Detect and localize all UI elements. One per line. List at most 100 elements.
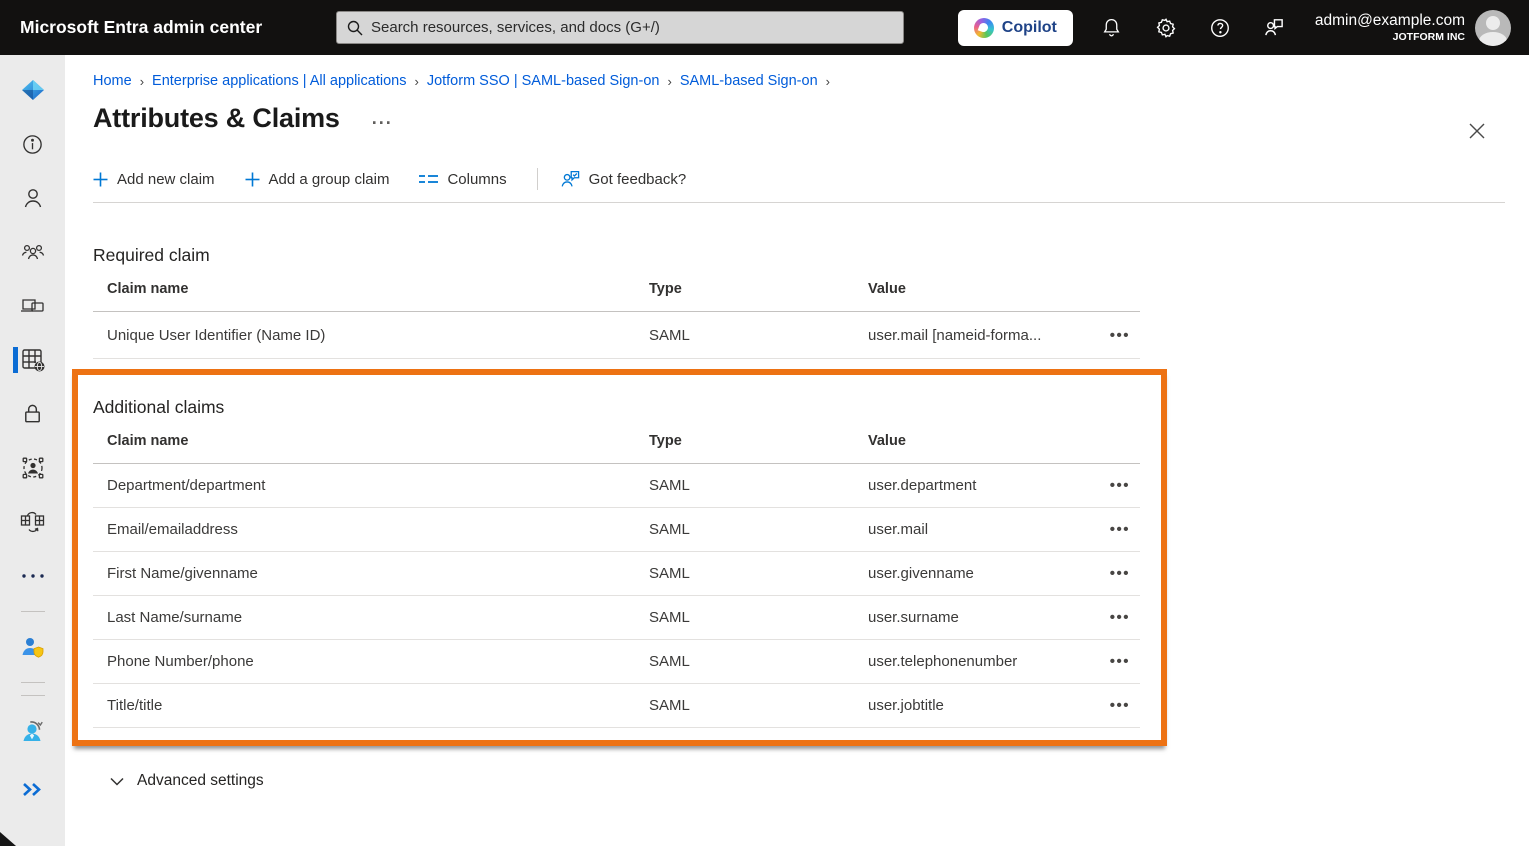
users-group-icon xyxy=(20,240,46,264)
copilot-icon xyxy=(973,17,994,38)
page-title: Attributes & Claims xyxy=(93,103,340,133)
lock-icon xyxy=(21,402,44,426)
column-header-type: Type xyxy=(649,280,682,297)
notifications-bell-icon[interactable] xyxy=(1085,0,1139,55)
global-search[interactable] xyxy=(336,11,904,44)
sidebar-item-identity-governance[interactable] xyxy=(0,445,65,491)
type-cell: SAML xyxy=(649,565,690,582)
row-actions-ellipsis-icon[interactable]: ••• xyxy=(1110,698,1130,713)
value-cell: user.surname xyxy=(868,609,959,626)
help-icon[interactable] xyxy=(1193,0,1247,55)
value-cell: user.givenname xyxy=(868,565,974,582)
type-cell: SAML xyxy=(649,697,690,714)
toolbar-divider xyxy=(536,168,538,190)
type-cell: SAML xyxy=(649,477,690,494)
claim-name-cell: Last Name/surname xyxy=(107,609,243,626)
sidebar-expand-button[interactable] xyxy=(0,766,65,812)
breadcrumb: Home › Enterprise applications | All app… xyxy=(65,55,1529,89)
add-new-claim-button[interactable]: Add new claim xyxy=(93,171,215,188)
title-overflow-menu-icon[interactable]: ··· xyxy=(372,110,393,132)
claim-name-cell: Title/title xyxy=(107,697,163,714)
breadcrumb-enterprise-applications[interactable]: Enterprise applications | All applicatio… xyxy=(152,73,406,89)
cursor-artifact xyxy=(0,832,16,846)
add-group-claim-button[interactable]: Add a group claim xyxy=(245,171,389,188)
additional-claims-table: Claim name Type Value Department/departm… xyxy=(93,418,1140,728)
claim-name-cell: Phone Number/phone xyxy=(107,653,254,670)
table-row: Unique User Identifier (Name ID) SAML us… xyxy=(93,312,1140,359)
claim-name-cell: Unique User Identifier (Name ID) xyxy=(107,326,326,344)
avatar[interactable] xyxy=(1475,9,1511,46)
breadcrumb-jotform-sso[interactable]: Jotform SSO | SAML-based Sign-on xyxy=(427,73,660,89)
toolbar-rule xyxy=(93,202,1505,203)
feedback-icon[interactable] xyxy=(1247,0,1301,55)
close-icon[interactable] xyxy=(1463,117,1491,145)
table-row: Title/title SAML user.jobtitle ••• xyxy=(93,684,1140,728)
value-cell: user.mail [nameid-forma... xyxy=(868,326,1042,344)
row-actions-ellipsis-icon[interactable]: ••• xyxy=(1110,522,1130,537)
sidebar-item-protection[interactable] xyxy=(0,391,65,437)
table-row: Email/emailaddress SAML user.mail ••• xyxy=(93,508,1140,552)
settings-gear-icon[interactable] xyxy=(1139,0,1193,55)
columns-icon xyxy=(419,173,439,185)
search-icon xyxy=(347,20,363,36)
value-cell: user.jobtitle xyxy=(868,697,944,714)
row-actions-ellipsis-icon[interactable]: ••• xyxy=(1110,566,1130,581)
expand-chevrons-icon xyxy=(22,782,44,797)
row-actions-ellipsis-icon[interactable]: ••• xyxy=(1110,610,1130,625)
row-actions-ellipsis-icon[interactable]: ••• xyxy=(1110,654,1130,669)
sidebar-item-show-more[interactable] xyxy=(0,553,65,599)
columns-button[interactable]: Columns xyxy=(419,171,507,188)
breadcrumb-separator: › xyxy=(667,73,672,89)
value-cell: user.department xyxy=(868,477,977,494)
advanced-settings-label: Advanced settings xyxy=(137,772,264,789)
app-title: Microsoft Entra admin center xyxy=(20,17,263,37)
identity-governance-icon xyxy=(20,455,46,481)
sidebar-item-overview[interactable] xyxy=(0,121,65,167)
claim-name-cell: Email/emailaddress xyxy=(107,521,238,538)
sidebar-item-devices[interactable] xyxy=(0,283,65,329)
column-header-value: Value xyxy=(868,432,906,449)
row-actions-ellipsis-icon[interactable]: ••• xyxy=(1110,328,1130,343)
sidebar-item-learn-support[interactable] xyxy=(0,708,65,754)
required-claim-table: Claim name Type Value Unique User Identi… xyxy=(93,266,1140,359)
sidebar-divider xyxy=(20,611,45,612)
search-input[interactable] xyxy=(371,19,893,36)
advanced-settings-toggle[interactable]: Advanced settings xyxy=(110,772,1529,790)
column-header-value: Value xyxy=(868,280,906,297)
account-email: admin@example.com xyxy=(1314,12,1465,30)
feedback-person-icon xyxy=(560,170,580,188)
row-actions-ellipsis-icon[interactable]: ••• xyxy=(1110,478,1130,493)
got-feedback-button[interactable]: Got feedback? xyxy=(560,170,686,188)
column-header-type: Type xyxy=(649,432,682,449)
main-content: Home › Enterprise applications | All app… xyxy=(65,55,1529,846)
table-header-row: Claim name Type Value xyxy=(93,418,1140,464)
copilot-button[interactable]: Copilot xyxy=(957,9,1073,46)
sidebar-item-home-entra-logo[interactable] xyxy=(0,67,65,113)
left-nav-rail xyxy=(0,55,65,846)
sidebar-item-users[interactable] xyxy=(0,175,65,221)
claim-name-cell: Department/department xyxy=(107,477,266,494)
type-cell: SAML xyxy=(649,609,690,626)
type-cell: SAML xyxy=(649,326,690,344)
sidebar-item-groups[interactable] xyxy=(0,229,65,275)
chevron-down-icon xyxy=(110,777,124,786)
devices-icon xyxy=(19,294,46,318)
breadcrumb-saml-signon[interactable]: SAML-based Sign-on xyxy=(680,73,818,89)
entra-logo-icon xyxy=(20,77,46,103)
value-cell: user.mail xyxy=(868,521,929,538)
sidebar-divider xyxy=(20,695,45,696)
learn-support-user-icon xyxy=(19,718,46,744)
user-icon xyxy=(21,186,45,210)
sidebar-item-external-identities[interactable] xyxy=(0,499,65,545)
breadcrumb-separator: › xyxy=(139,73,145,89)
plus-icon xyxy=(245,172,260,187)
type-cell: SAML xyxy=(649,521,690,538)
sidebar-item-protect-and-secure[interactable] xyxy=(0,624,65,670)
command-bar: Add new claim Add a group claim Columns xyxy=(93,168,1529,190)
plus-icon xyxy=(93,172,108,187)
account-info[interactable]: admin@example.com JOTFORM INC xyxy=(1315,11,1465,44)
highlight-box: Additional claims Claim name Type Value … xyxy=(72,369,1167,746)
sidebar-item-enterprise-applications[interactable] xyxy=(0,337,65,383)
breadcrumb-home[interactable]: Home xyxy=(93,73,132,89)
value-cell: user.telephonenumber xyxy=(868,653,1018,670)
